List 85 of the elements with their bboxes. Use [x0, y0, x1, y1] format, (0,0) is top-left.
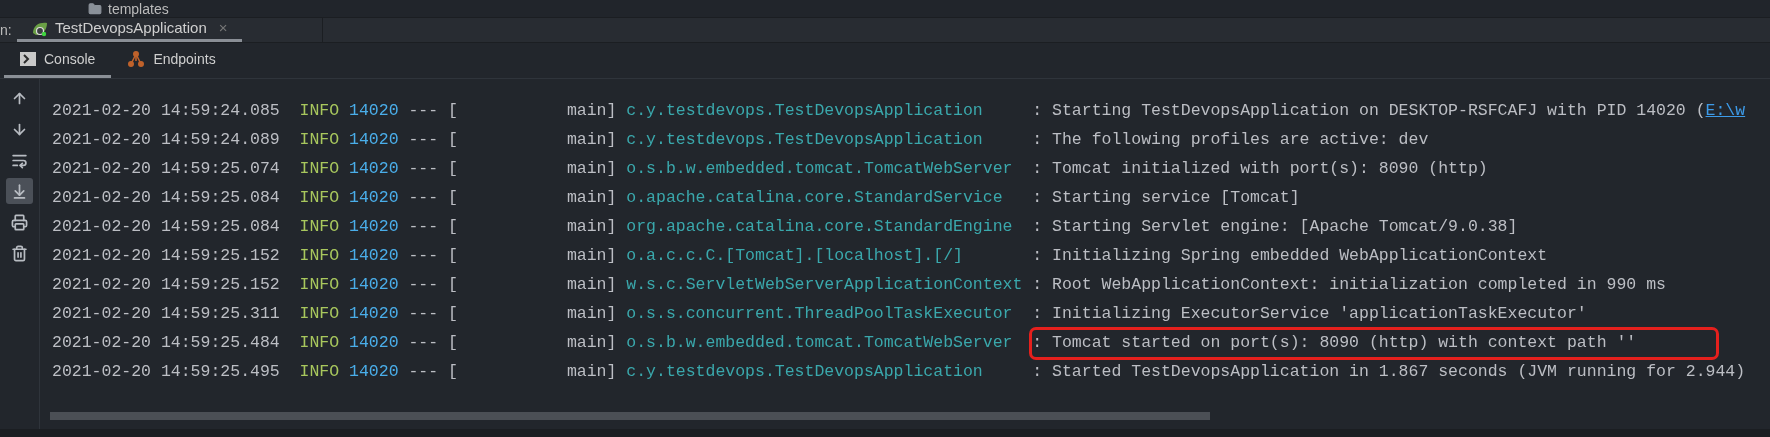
log-level: INFO	[299, 274, 340, 297]
log-separator: ---	[408, 129, 439, 152]
file-path-link[interactable]: E:\w	[1705, 101, 1746, 121]
log-message: : Started TestDevopsApplication in 1.867 seconds (JVM running for 2.944)	[1032, 361, 1746, 384]
logger-name: w.s.c.ServletWebServerApplicationContext	[626, 275, 1023, 295]
log-timestamp: 2021-02-20 14:59:24.089	[52, 129, 280, 152]
console-tab[interactable]: Console	[4, 43, 112, 78]
process-id: 14020	[349, 303, 399, 326]
leaf-gear-icon	[31, 20, 49, 37]
process-id: 14020	[349, 100, 399, 123]
log-level: INFO	[299, 100, 340, 123]
horizontal-scrollbar-thumb[interactable]	[50, 412, 1210, 420]
thread-name: [ main]	[448, 187, 617, 210]
log-level: INFO	[299, 361, 340, 384]
log-message: : The following profiles are active: dev	[1032, 129, 1429, 152]
logger-name: c.y.testdevops.TestDevopsApplication	[626, 130, 983, 150]
process-id: 14020	[349, 216, 399, 239]
log-separator: ---	[408, 100, 439, 123]
scroll-to-end-icon	[11, 182, 28, 200]
thread-name: [ main]	[448, 332, 617, 355]
thread-name: [ main]	[448, 100, 617, 123]
log-timestamp: 2021-02-20 14:59:25.484	[52, 332, 280, 355]
run-label: n:	[0, 20, 13, 40]
logger-name: o.s.s.concurrent.ThreadPoolTaskExecutor	[626, 304, 1013, 324]
log-level: INFO	[299, 332, 340, 355]
process-id: 14020	[349, 245, 399, 268]
highlighted-log-message: : Tomcat started on port(s): 8090 (http) with context path ''	[1032, 330, 1717, 357]
run-tab[interactable]: TestDevopsApplication ×	[17, 18, 242, 42]
log-separator: ---	[408, 245, 439, 268]
log-separator: ---	[408, 216, 439, 239]
folder-icon	[88, 1, 102, 16]
log-timestamp: 2021-02-20 14:59:25.495	[52, 361, 280, 384]
tree-item[interactable]: templates	[108, 0, 169, 17]
logger-name: c.y.testdevops.TestDevopsApplication	[626, 101, 983, 121]
log-level: INFO	[299, 158, 340, 181]
thread-name: [ main]	[448, 216, 617, 239]
log-separator: ---	[408, 303, 439, 326]
print-icon	[11, 213, 28, 231]
log-message: : Starting Servlet engine: [Apache Tomcat/9.0.38]	[1032, 216, 1518, 239]
process-id: 14020	[349, 332, 399, 355]
trash-icon	[11, 244, 28, 262]
log-timestamp: 2021-02-20 14:59:25.152	[52, 245, 280, 268]
thread-name: [ main]	[448, 245, 617, 268]
scroll-to-end-button[interactable]	[6, 178, 33, 204]
log-separator: ---	[408, 158, 439, 181]
log-message: : Initializing Spring embedded WebApplicationContext	[1032, 245, 1548, 268]
log-level: INFO	[299, 187, 340, 210]
log-timestamp: 2021-02-20 14:59:25.074	[52, 158, 280, 181]
log-message: : Starting TestDevopsApplication on DESKTOP-RSFCAFJ with PID 14020 (E:\w	[1032, 100, 1746, 123]
logger-name: o.s.b.w.embedded.tomcat.TomcatWebServer	[626, 333, 1013, 353]
process-id: 14020	[349, 187, 399, 210]
process-id: 14020	[349, 129, 399, 152]
log-separator: ---	[408, 332, 439, 355]
log-message: : Tomcat initialized with port(s): 8090 (http)	[1032, 158, 1488, 181]
log-separator: ---	[408, 274, 439, 297]
log-timestamp: 2021-02-20 14:59:25.311	[52, 303, 280, 326]
log-separator: ---	[408, 187, 439, 210]
process-id: 14020	[349, 274, 399, 297]
log-level: INFO	[299, 245, 340, 268]
log-level: INFO	[299, 216, 340, 239]
log-level: INFO	[299, 129, 340, 152]
log-message: : Initializing ExecutorService 'applicationTaskExecutor'	[1032, 303, 1587, 326]
thread-name: [ main]	[448, 158, 617, 181]
terminal-icon	[20, 52, 36, 66]
nodes-icon	[127, 51, 146, 67]
logger-name: o.apache.catalina.core.StandardService	[626, 188, 1003, 208]
process-id: 14020	[349, 361, 399, 384]
log-message: : Root WebApplicationContext: initialization completed in 990 ms	[1032, 274, 1666, 297]
logger-name: c.y.testdevops.TestDevopsApplication	[626, 362, 983, 382]
log-separator: ---	[408, 361, 439, 384]
thread-name: [ main]	[448, 274, 617, 297]
log-level: INFO	[299, 303, 340, 326]
log-timestamp: 2021-02-20 14:59:24.085	[52, 100, 280, 123]
process-id: 14020	[349, 158, 399, 181]
logger-name: o.s.b.w.embedded.tomcat.TomcatWebServer	[626, 159, 1013, 179]
log-timestamp: 2021-02-20 14:59:25.084	[52, 187, 280, 210]
thread-name: [ main]	[448, 303, 617, 326]
console-tab[interactable]: Endpoints	[111, 43, 232, 78]
thread-name: [ main]	[448, 361, 617, 384]
logger-name: o.a.c.c.C.[Tomcat].[localhost].[/]	[626, 246, 963, 266]
log-timestamp: 2021-02-20 14:59:25.084	[52, 216, 280, 239]
thread-name: [ main]	[448, 129, 617, 152]
logger-name: org.apache.catalina.core.StandardEngine	[626, 217, 1013, 237]
log-timestamp: 2021-02-20 14:59:25.152	[52, 274, 280, 297]
log-message: : Starting service [Tomcat]	[1032, 187, 1300, 210]
